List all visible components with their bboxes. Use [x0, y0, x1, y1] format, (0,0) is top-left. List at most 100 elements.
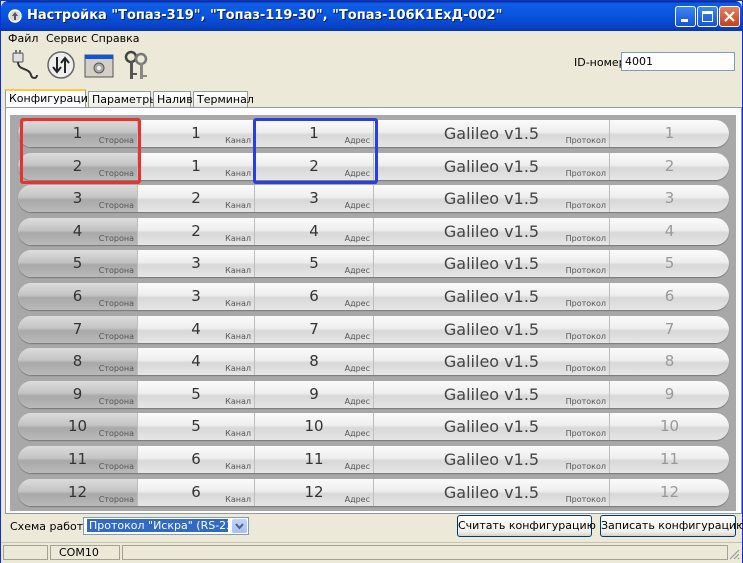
side-cell[interactable]: 7 Сторона	[18, 316, 138, 343]
number-cell[interactable]: 12	[610, 479, 729, 506]
status-cell-main	[122, 545, 728, 560]
side-cell[interactable]: 2 Сторона	[18, 153, 138, 180]
side-cell[interactable]: 8 Сторона	[18, 348, 138, 375]
side-cell-label: Сторона	[98, 364, 134, 373]
settings-button[interactable]	[83, 49, 115, 83]
side-cell[interactable]: 9 Сторона	[18, 381, 138, 408]
number-cell[interactable]: 4	[610, 218, 729, 245]
read-configuration-button[interactable]: Считать конфигурацию	[457, 515, 596, 537]
tab-terminal[interactable]: Терминал	[193, 91, 254, 107]
minimize-button[interactable]	[675, 6, 696, 27]
side-cell-label: Сторона	[98, 332, 134, 341]
maximize-button[interactable]	[697, 6, 718, 27]
channel-cell[interactable]: 5 Канал	[138, 413, 255, 440]
channel-cell[interactable]: 3 Канал	[138, 250, 255, 277]
scheme-select[interactable]: Протокол "Искра" (RS-232)	[83, 517, 249, 535]
protocol-cell[interactable]: Galileo v1.5 Протокол	[374, 120, 610, 147]
protocol-cell[interactable]: Galileo v1.5 Протокол	[374, 413, 610, 440]
address-cell[interactable]: 6 Адрес	[255, 283, 374, 310]
write-configuration-button[interactable]: Записать конфигурацию	[600, 515, 743, 537]
number-cell[interactable]: 9	[610, 381, 729, 408]
protocol-cell-label: Протокол	[565, 462, 606, 471]
table-row[interactable]: 12 Сторона 6 Канал 12 Адрес Galileo v1.5 Проток…	[18, 479, 729, 506]
table-row[interactable]: 10 Сторона 5 Канал 10 Адрес Galileo v1.5 Проток…	[18, 413, 729, 440]
number-cell[interactable]: 7	[610, 316, 729, 343]
address-cell[interactable]: 2 Адрес	[255, 153, 374, 180]
protocol-cell[interactable]: Galileo v1.5 Протокол	[374, 446, 610, 473]
table-row[interactable]: 2 Сторона 1 Канал 2 Адрес Galileo v1.5 Протокол…	[18, 153, 729, 180]
side-cell[interactable]: 4 Сторона	[18, 218, 138, 245]
menu-help[interactable]: Справка	[91, 32, 139, 45]
menu-file[interactable]: Файл	[8, 32, 38, 45]
address-cell[interactable]: 11 Адрес	[255, 446, 374, 473]
id-number-input[interactable]: 4001	[621, 52, 735, 71]
channel-cell[interactable]: 1 Канал	[138, 120, 255, 147]
select-dropdown-button[interactable]	[232, 519, 247, 533]
number-cell-value: 5	[664, 254, 675, 272]
side-cell[interactable]: 1 Сторона	[18, 120, 138, 147]
table-row[interactable]: 6 Сторона 3 Канал 6 Адрес Galileo v1.5 Протокол…	[18, 283, 729, 310]
protocol-cell[interactable]: Galileo v1.5 Протокол	[374, 381, 610, 408]
protocol-cell[interactable]: Galileo v1.5 Протокол	[374, 250, 610, 277]
tab-parameters[interactable]: Параметры	[88, 91, 158, 107]
protocol-cell[interactable]: Galileo v1.5 Протокол	[374, 185, 610, 212]
side-cell[interactable]: 12 Сторона	[18, 479, 138, 506]
address-cell[interactable]: 10 Адрес	[255, 413, 374, 440]
connect-button[interactable]	[9, 49, 41, 83]
table-row[interactable]: 8 Сторона 4 Канал 8 Адрес Galileo v1.5 Протокол…	[18, 348, 729, 375]
protocol-cell[interactable]: Galileo v1.5 Протокол	[374, 348, 610, 375]
table-row[interactable]: 11 Сторона 6 Канал 11 Адрес Galileo v1.5 Проток…	[18, 446, 729, 473]
protocol-cell[interactable]: Galileo v1.5 Протокол	[374, 316, 610, 343]
number-cell[interactable]: 10	[610, 413, 729, 440]
address-cell[interactable]: 3 Адрес	[255, 185, 374, 212]
close-button[interactable]	[719, 6, 740, 27]
address-cell[interactable]: 9 Адрес	[255, 381, 374, 408]
channel-cell[interactable]: 6 Канал	[138, 446, 255, 473]
side-cell[interactable]: 10 Сторона	[18, 413, 138, 440]
transfer-button[interactable]	[46, 49, 78, 83]
tab-filling[interactable]: Налив	[153, 91, 193, 107]
side-cell[interactable]: 3 Сторона	[18, 185, 138, 212]
keys-button[interactable]	[121, 49, 153, 83]
address-cell[interactable]: 12 Адрес	[255, 479, 374, 506]
table-row[interactable]: 4 Сторона 2 Канал 4 Адрес Galileo v1.5 Протокол…	[18, 218, 729, 245]
number-cell[interactable]: 11	[610, 446, 729, 473]
address-cell[interactable]: 8 Адрес	[255, 348, 374, 375]
channel-cell[interactable]: 2 Канал	[138, 185, 255, 212]
number-cell[interactable]: 2	[610, 153, 729, 180]
number-cell[interactable]: 8	[610, 348, 729, 375]
address-cell[interactable]: 5 Адрес	[255, 250, 374, 277]
protocol-cell[interactable]: Galileo v1.5 Протокол	[374, 153, 610, 180]
channel-cell[interactable]: 6 Канал	[138, 479, 255, 506]
protocol-cell[interactable]: Galileo v1.5 Протокол	[374, 479, 610, 506]
channel-cell[interactable]: 2 Канал	[138, 218, 255, 245]
status-port: COM10	[50, 545, 120, 560]
title-bar[interactable]: Настройка "Топаз-319", "Топаз-119-30", "…	[1, 1, 742, 31]
channel-cell[interactable]: 3 Канал	[138, 283, 255, 310]
address-cell[interactable]: 4 Адрес	[255, 218, 374, 245]
channel-cell[interactable]: 4 Канал	[138, 316, 255, 343]
table-row[interactable]: 9 Сторона 5 Канал 9 Адрес Galileo v1.5 Протокол…	[18, 381, 729, 408]
address-cell[interactable]: 7 Адрес	[255, 316, 374, 343]
window-title: Настройка "Топаз-319", "Топаз-119-30", "…	[27, 8, 503, 23]
number-cell[interactable]: 1	[610, 120, 729, 147]
side-cell[interactable]: 6 Сторона	[18, 283, 138, 310]
table-row[interactable]: 3 Сторона 2 Канал 3 Адрес Galileo v1.5 Протокол…	[18, 185, 729, 212]
protocol-cell[interactable]: Galileo v1.5 Протокол	[374, 218, 610, 245]
side-cell[interactable]: 5 Сторона	[18, 250, 138, 277]
protocol-cell[interactable]: Galileo v1.5 Протокол	[374, 283, 610, 310]
table-row[interactable]: 1 Сторона 1 Канал 1 Адрес Galileo v1.5 Протокол…	[18, 120, 729, 147]
table-row[interactable]: 5 Сторона 3 Канал 5 Адрес Galileo v1.5 Протокол…	[18, 250, 729, 277]
number-cell[interactable]: 3	[610, 185, 729, 212]
channel-cell[interactable]: 1 Канал	[138, 153, 255, 180]
menu-service[interactable]: Сервис	[46, 32, 87, 45]
table-row[interactable]: 7 Сторона 4 Канал 7 Адрес Galileo v1.5 Протокол…	[18, 316, 729, 343]
number-cell[interactable]: 5	[610, 250, 729, 277]
side-cell[interactable]: 11 Сторона	[18, 446, 138, 473]
number-cell[interactable]: 6	[610, 283, 729, 310]
channel-cell[interactable]: 5 Канал	[138, 381, 255, 408]
channel-cell[interactable]: 4 Канал	[138, 348, 255, 375]
tab-configuration[interactable]: Конфигурация	[5, 89, 95, 108]
resize-grip-icon[interactable]	[728, 548, 740, 560]
address-cell[interactable]: 1 Адрес	[255, 120, 374, 147]
